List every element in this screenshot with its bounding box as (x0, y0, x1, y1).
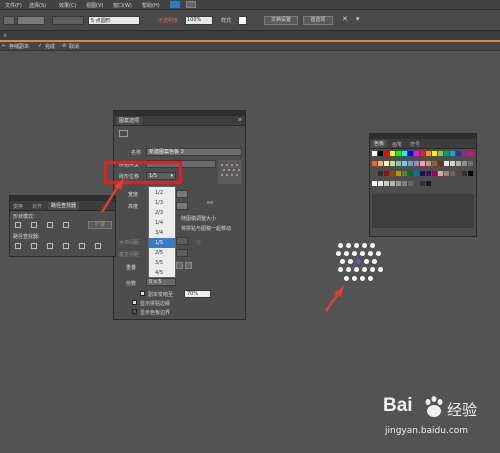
watermark-suffix: 经验 (447, 401, 478, 419)
baidu-watermark: Bai 经验 jingyan.baidu.com (355, 392, 495, 452)
watermark-url: jingyan.baidu.com (385, 426, 469, 436)
arrow-to-brick-offset (100, 178, 124, 213)
paw-icon (425, 396, 443, 417)
annotation-arrows (100, 178, 344, 312)
watermark-brand: Bai (383, 395, 413, 416)
arrow-to-pattern (324, 286, 344, 312)
